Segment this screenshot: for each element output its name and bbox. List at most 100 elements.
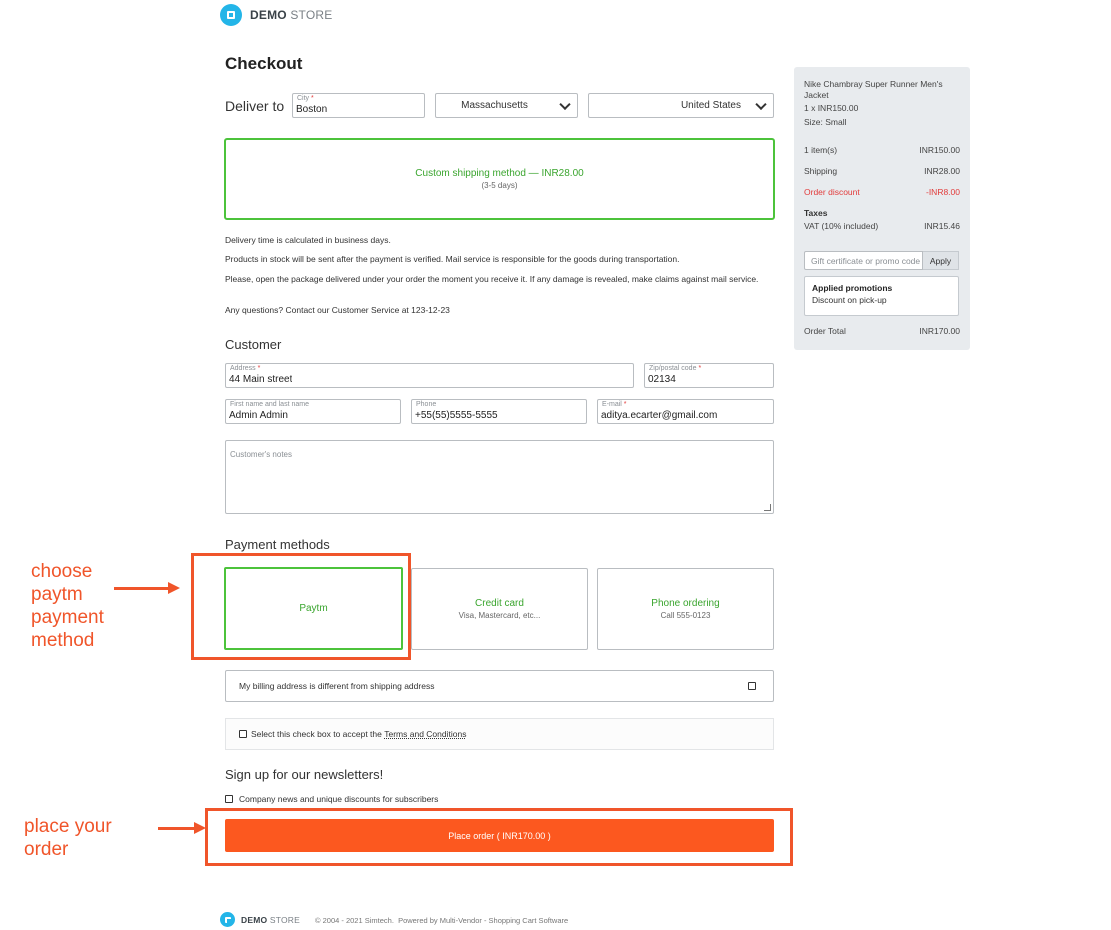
- shipping-method-name: Custom shipping method — INR28.00: [415, 168, 584, 179]
- chevron-down-icon: [559, 98, 571, 110]
- address-value: 44 Main street: [229, 374, 293, 385]
- payment-section-title: Payment methods: [225, 537, 330, 552]
- annotation-line: place your: [24, 816, 112, 837]
- terms-row: Select this check box to accept the Term…: [225, 718, 774, 750]
- product-qty-price: 1 x INR150.00: [804, 103, 859, 113]
- customer-section-title: Customer: [225, 337, 282, 352]
- annotation-line: choose: [31, 561, 93, 582]
- phone-value: +55(55)5555-5555: [415, 410, 498, 421]
- shipping-label: Shipping: [804, 166, 838, 176]
- discount-row: Order discount -INR8.00: [804, 187, 960, 197]
- discount-label: Order discount: [804, 187, 860, 197]
- name-field[interactable]: First name and last name Admin Admin: [225, 399, 401, 424]
- vat-value: INR15.46: [924, 221, 960, 231]
- payment-option-name: Credit card: [475, 598, 524, 609]
- order-summary: Nike Chambray Super Runner Men's Jacket …: [794, 67, 970, 350]
- arrow-right-icon: [114, 582, 180, 594]
- shipping-value: INR28.00: [924, 166, 960, 176]
- name-label: First name and last name: [230, 401, 309, 408]
- logo-icon: [220, 912, 235, 927]
- order-total-row: Order Total INR170.00: [804, 326, 960, 336]
- payment-option-sub: Call 555-0123: [660, 611, 711, 620]
- stock-info: Products in stock will be sent after the…: [225, 254, 680, 264]
- zip-value: 02134: [648, 374, 676, 385]
- newsletter-option[interactable]: Company news and unique discounts for su…: [225, 794, 438, 804]
- chevron-down-icon: [755, 98, 767, 110]
- terms-link[interactable]: Terms and Conditions: [384, 729, 466, 739]
- vat-row: VAT (10% included) INR15.46: [804, 221, 960, 231]
- address-label: Address: [230, 365, 256, 372]
- discount-value: -INR8.00: [925, 187, 960, 197]
- country-select[interactable]: United States: [588, 93, 774, 118]
- name-value: Admin Admin: [229, 410, 288, 421]
- product-size: Size: Small: [804, 117, 847, 127]
- paytm-highlight-box: [191, 553, 411, 660]
- email-label: E-mail: [602, 401, 622, 408]
- annotation-choose-paytm: choose paytm payment method: [31, 560, 104, 652]
- newsletter-title: Sign up for our newsletters!: [225, 767, 384, 782]
- shipping-method-time: (3-5 days): [481, 181, 518, 190]
- address-field[interactable]: Address * 44 Main street: [225, 363, 634, 388]
- customer-notes-placeholder: Customer's notes: [230, 450, 292, 459]
- newsletter-checkbox[interactable]: [225, 795, 233, 803]
- city-value: Boston: [296, 104, 328, 115]
- email-field[interactable]: E-mail * aditya.ecarter@gmail.com: [597, 399, 774, 424]
- vat-label: VAT (10% included): [804, 221, 879, 231]
- items-row: 1 item(s) INR150.00: [804, 145, 960, 155]
- billing-address-label: My billing address is different from shi…: [239, 681, 435, 691]
- logo-icon: [220, 4, 242, 26]
- delivery-info: Delivery time is calculated in business …: [225, 235, 391, 245]
- billing-address-toggle[interactable]: My billing address is different from shi…: [225, 670, 774, 702]
- page-title: Checkout: [225, 54, 303, 73]
- customer-notes-textarea[interactable]: Customer's notes: [225, 440, 774, 514]
- payment-option-phone-ordering[interactable]: Phone ordering Call 555-0123: [597, 568, 774, 650]
- payment-option-name: Phone ordering: [651, 598, 720, 609]
- state-select[interactable]: Massachusetts: [435, 93, 578, 118]
- terms-checkbox[interactable]: [239, 730, 247, 738]
- package-info: Please, open the package delivered under…: [225, 274, 759, 284]
- state-value: Massachusetts: [461, 100, 528, 111]
- order-total-label: Order Total: [804, 326, 846, 336]
- items-value: INR150.00: [919, 145, 960, 155]
- promo-code-input[interactable]: Gift certificate or promo code: [804, 251, 923, 270]
- billing-address-checkbox[interactable]: [748, 682, 756, 690]
- terms-label: Select this check box to accept the: [251, 729, 385, 739]
- annotation-line: order: [24, 839, 69, 860]
- phone-label: Phone: [416, 401, 437, 408]
- deliver-to-label: Deliver to: [225, 98, 285, 114]
- resize-handle-icon[interactable]: [764, 504, 771, 511]
- zip-field[interactable]: Zip/postal code * 02134: [644, 363, 774, 388]
- promotion-item: Discount on pick-up: [812, 295, 887, 305]
- footer-logo-light: STORE: [267, 914, 301, 925]
- annotation-place-order: place your order: [24, 815, 112, 861]
- footer-logo-bold: DEMO: [241, 914, 268, 925]
- annotation-line: payment: [31, 607, 104, 628]
- product-name[interactable]: Nike Chambray Super Runner Men's Jacket: [804, 79, 962, 101]
- annotation-line: method: [31, 630, 95, 651]
- place-order-highlight-box: [205, 808, 793, 866]
- shipping-method-option[interactable]: Custom shipping method — INR28.00 (3-5 d…: [224, 138, 775, 220]
- city-label: City: [297, 95, 310, 102]
- footer-logo[interactable]: DEMO STORE: [220, 912, 300, 927]
- apply-button[interactable]: Apply: [923, 251, 959, 270]
- annotation-line: paytm: [31, 584, 83, 605]
- newsletter-option-label: Company news and unique discounts for su…: [239, 794, 439, 804]
- payment-option-sub: Visa, Mastercard, etc...: [458, 611, 541, 620]
- phone-field[interactable]: Phone +55(55)5555-5555: [411, 399, 587, 424]
- order-total-value: INR170.00: [919, 326, 960, 336]
- logo-text-light: STORE: [286, 8, 333, 22]
- payment-option-credit-card[interactable]: Credit card Visa, Mastercard, etc...: [411, 568, 588, 650]
- email-value: aditya.ecarter@gmail.com: [601, 410, 718, 421]
- store-logo[interactable]: DEMO STORE: [220, 4, 332, 26]
- items-label: 1 item(s): [804, 145, 838, 155]
- shipping-row: Shipping INR28.00: [804, 166, 960, 176]
- taxes-title: Taxes: [804, 208, 828, 218]
- zip-label: Zip/postal code: [649, 365, 697, 372]
- arrow-right-icon: [158, 822, 206, 834]
- applied-promotions: Applied promotions Discount on pick-up: [804, 276, 959, 316]
- footer-copyright: © 2004 - 2021 Simtech. Powered by Multi-…: [315, 916, 569, 925]
- city-field[interactable]: City * Boston: [292, 93, 425, 118]
- contact-info: Any questions? Contact our Customer Serv…: [225, 305, 450, 315]
- logo-text-bold: DEMO: [250, 8, 287, 22]
- country-value: United States: [680, 100, 741, 111]
